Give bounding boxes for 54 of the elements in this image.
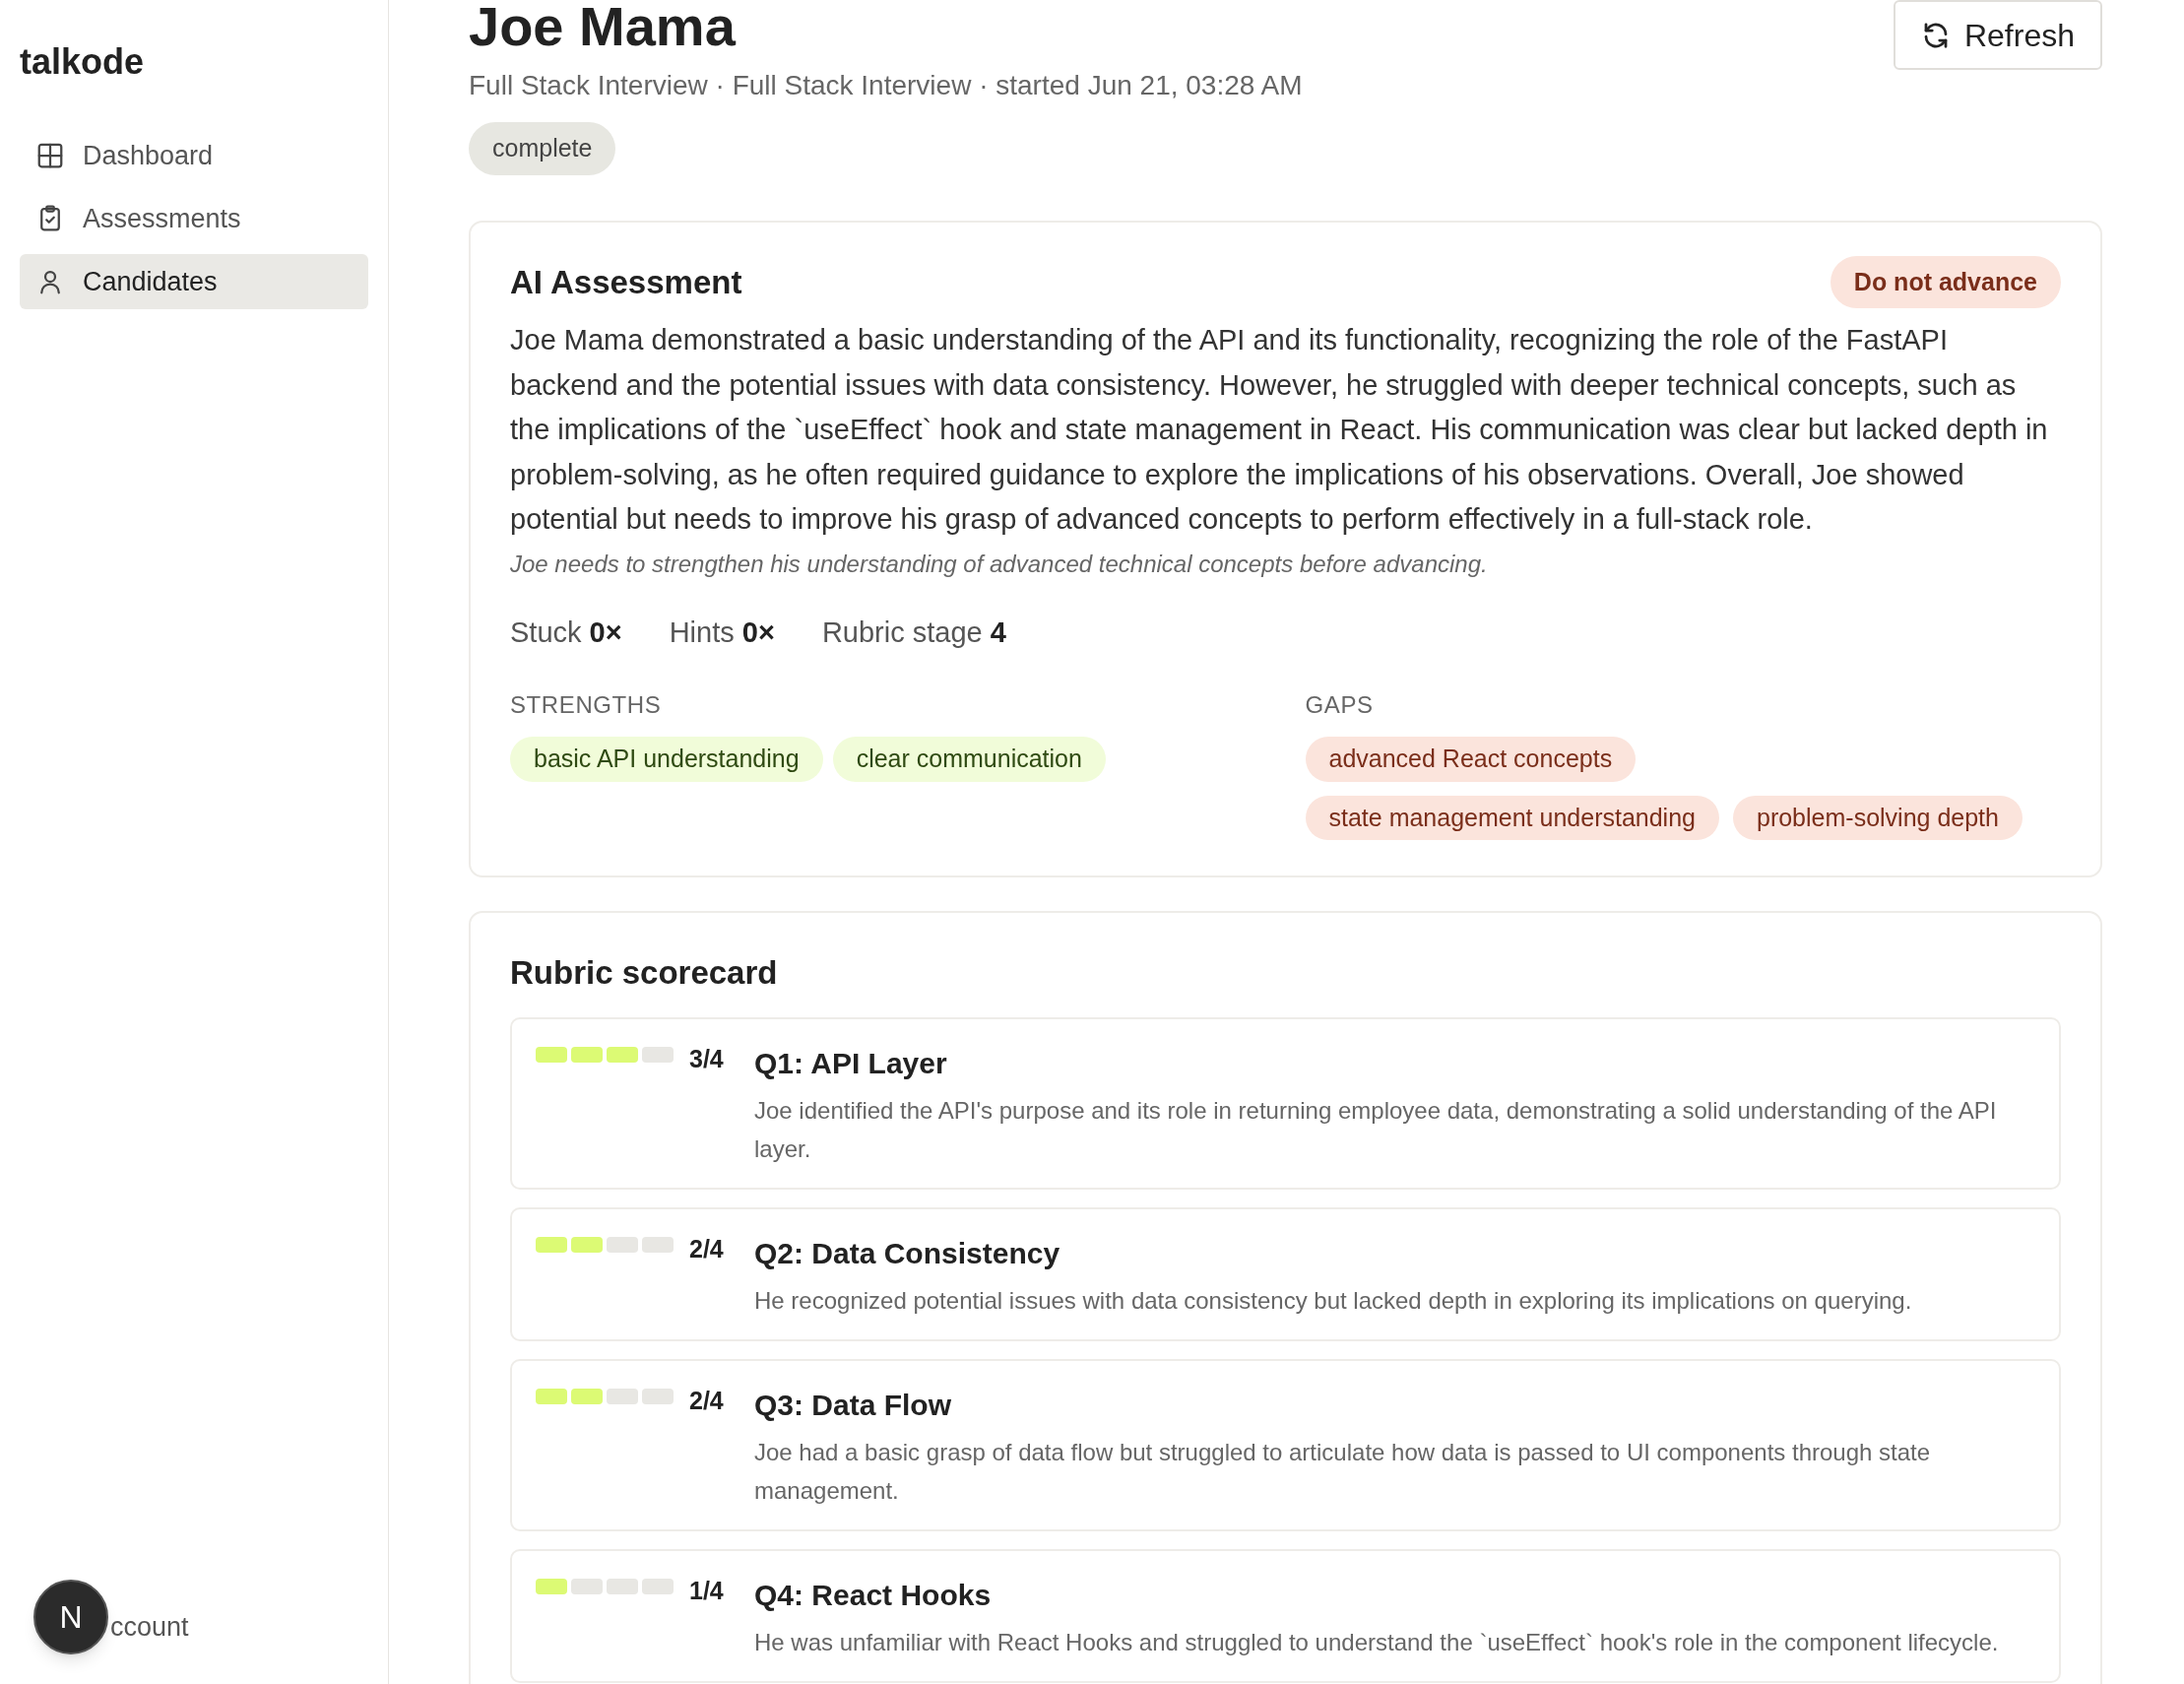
assessment-summary: Joe Mama demonstrated a basic understanding of the API and its functionality, recognizing the role of the FastAPI backend and the potential issues with data consistency. However, he struggled with deeper technical concepts, such as the implications of the `useEffect` hook and state management in React. His communication was clear but lacked depth in problem-solving, as he often required guidance to explore the implications of his observations. Overall, Joe showed potential but needs to improve his grasp of advanced concepts to perform effectively in a full-stack role. — [510, 323, 2049, 537]
score-segment — [607, 1046, 638, 1063]
card-title: Rubric scorecard — [510, 953, 779, 993]
stat-text: Hints 0× — [669, 615, 775, 650]
tag: problem-solving depth — [1733, 795, 2023, 840]
score-segment — [642, 1578, 674, 1594]
score-segment — [571, 1046, 603, 1063]
section-heading: STRENGTHS — [510, 690, 663, 720]
tag: clear communication — [832, 737, 1106, 782]
grid-icon — [35, 141, 65, 170]
score-segment — [607, 1388, 638, 1404]
account-link[interactable]: ccount — [110, 1606, 189, 1648]
tag: advanced React concepts — [1305, 737, 1637, 782]
card-title: AI Assessment — [510, 262, 742, 302]
section-heading: GAPS — [1305, 690, 1375, 720]
verdict-badge: Do not advance — [1830, 255, 2061, 308]
score-segment — [642, 1388, 674, 1404]
nav-item[interactable]: Candidates — [20, 254, 368, 309]
score-segment — [642, 1236, 674, 1253]
nav-item[interactable]: Dashboard — [20, 128, 368, 183]
question-title: Q1: API Layer — [754, 1045, 948, 1081]
question-title: Q2: Data Consistency — [754, 1235, 1061, 1271]
score-segment — [571, 1236, 603, 1253]
candidate-name: Joe Mama — [469, 0, 738, 59]
interview-subtitle: Full Stack Interview · Full Stack Interview · started Jun 21, 03:28 AM — [469, 69, 1303, 102]
question-feedback: He recognized potential issues with data consistency but lacked depth in exploring its implications on querying. — [754, 1285, 1912, 1316]
stat-text: Stuck 0× — [510, 615, 622, 650]
tag: basic API understanding — [510, 737, 823, 782]
score-segment — [642, 1046, 674, 1063]
assessment-note: Joe needs to strengthen his understanding of advanced technical concepts before advancing. — [510, 549, 1489, 579]
score-text: 2/4 — [689, 1385, 725, 1416]
refresh-button[interactable]: Refresh — [1893, 0, 2102, 70]
question-feedback: Joe had a basic grasp of data flow but struggled to articulate how data is passed to UI components through state management. — [754, 1437, 1932, 1506]
score-segment — [571, 1388, 603, 1404]
status-badge: complete — [469, 122, 616, 175]
score-segment — [536, 1046, 567, 1063]
score-segment — [536, 1578, 567, 1594]
score-segment — [536, 1236, 567, 1253]
score-segment — [607, 1236, 638, 1253]
question-feedback: He was unfamiliar with React Hooks and struggled to understand the `useEffect` hook's role in the component lifecycle. — [754, 1627, 1999, 1657]
stat-text: Rubric stage 4 — [821, 615, 1006, 650]
score-text: 2/4 — [689, 1233, 725, 1264]
score-segment — [536, 1388, 567, 1404]
score-text: 3/4 — [689, 1043, 725, 1074]
score-segment — [571, 1578, 603, 1594]
brand-logo: talkode — [20, 40, 146, 84]
question-title: Q3: Data Flow — [754, 1387, 953, 1423]
tag: state management understanding — [1305, 795, 1719, 840]
score-text: 1/4 — [689, 1575, 725, 1606]
nav-item[interactable]: Assessments — [20, 191, 368, 246]
question-feedback: Joe identified the API's purpose and its role in returning employee data, demonstrating a solid understanding of the API layer. — [754, 1095, 1998, 1164]
question-title: Q4: React Hooks — [754, 1577, 993, 1613]
score-segment — [607, 1578, 638, 1594]
avatar[interactable]: N — [33, 1580, 108, 1654]
